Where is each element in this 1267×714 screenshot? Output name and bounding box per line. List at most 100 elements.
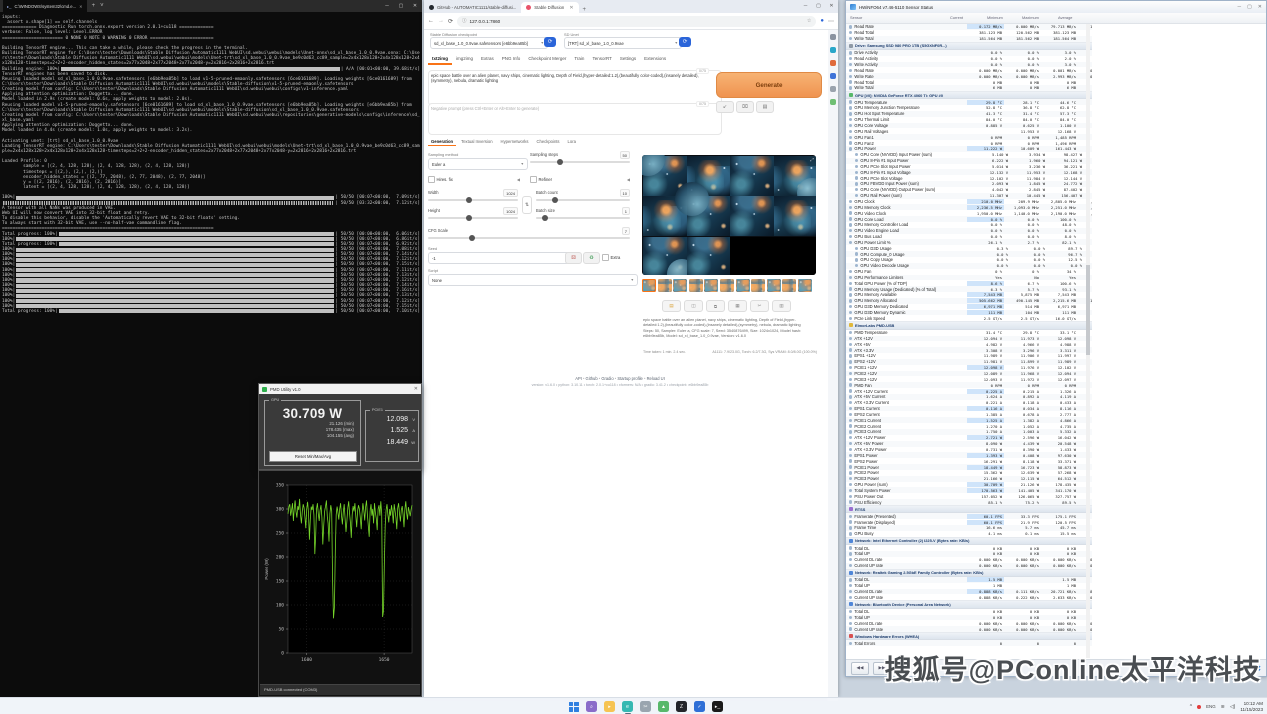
tab-checkpoint-merger[interactable]: Checkpoint Merger <box>524 54 570 65</box>
power-graph-window[interactable]: 05010015020025030035016001650Power (W) P… <box>258 470 422 697</box>
height-slider[interactable]: Height1024 <box>428 208 518 213</box>
terminal-tab[interactable]: ▸_ C:\WINDOWS\system32\cmd.e... ✕ <box>3 0 87 12</box>
sidebar-icon-3[interactable] <box>830 73 836 79</box>
sensor-row[interactable]: GPU Memory Controller Load0.0 %0.0 %48.0… <box>846 222 1092 228</box>
slider-thumb[interactable] <box>542 215 548 221</box>
minimize-button[interactable]: ─ <box>1238 4 1242 10</box>
tray-chevron-icon[interactable]: ^ <box>1190 704 1192 710</box>
generate-button[interactable]: Generate <box>716 72 822 98</box>
sampling-steps-slider[interactable]: Sampling steps50 <box>530 152 630 157</box>
taskbar-icon-snipping-tool[interactable]: ✂ <box>640 701 651 712</box>
network-icon[interactable]: ≋ <box>1221 704 1225 710</box>
sensor-row[interactable]: GPU 8-Pin #1 Input Power6.222 W1.960 W94… <box>846 158 1092 164</box>
cfg-scale-slider[interactable]: CFG Scale7 <box>428 228 630 233</box>
sensor-row[interactable]: Total UP0 KB0 KB0 KB <box>846 551 1092 557</box>
back-icon[interactable]: ← <box>428 18 434 24</box>
sensor-row[interactable]: GPU Core Load0.0 %0.0 %100.0 %67.5 % <box>846 216 1092 222</box>
tab-extras[interactable]: Extras <box>477 54 498 65</box>
refresh-icon[interactable]: ⟳ <box>448 18 453 25</box>
sensor-row[interactable]: GPU Memory Clock2,236.5 MHz1,093.0 MHz2,… <box>846 204 1092 210</box>
subtab-checkpoints[interactable]: Checkpoints <box>533 138 562 146</box>
sensor-row[interactable]: GPU D3D Usage0.3 %0.0 %89.7 %62.1 % <box>846 245 1092 251</box>
sensor-row[interactable]: GPU Memory Usage (Dedicated) [% of Total… <box>846 286 1092 292</box>
sensor-row[interactable]: ATX +12V Power2.721 W2.596 W16.042 W8.73… <box>846 435 1092 441</box>
sensor-row[interactable]: PMD Temperature31.4 °C29.8 °C33.1 °C31.6… <box>846 330 1092 336</box>
sensor-row[interactable]: ATX +5V Power8.090 W4.439 W20.548 W9.505… <box>846 441 1092 447</box>
sensor-row[interactable]: GPU Fan0 %0 %34 %26 % <box>846 269 1092 275</box>
sensor-row[interactable]: Total System Power170.563 W141.405 W341.… <box>846 487 1092 493</box>
gallery-image-7[interactable] <box>730 196 774 236</box>
footer-link-github[interactable]: Github <box>586 376 598 381</box>
sensor-row[interactable]: GPU Clock210.0 MHz209.9 MHz2,805.0 MHz2,… <box>846 199 1092 205</box>
slider-thumb[interactable] <box>469 235 475 241</box>
seed-input[interactable]: -1 <box>428 252 570 264</box>
language-indicator[interactable]: ENG <box>1206 704 1216 709</box>
sensor-row[interactable]: EPS1 Current0.116 A0.034 A8.116 A4.375 A <box>846 406 1092 412</box>
close-button[interactable]: ✕ <box>408 0 422 12</box>
sensor-row[interactable]: PCIE2 +12V12.089 V11.968 V12.094 V12.084… <box>846 371 1092 377</box>
sensor-row[interactable]: ATX +12V Current0.225 A0.215 A1.326 A0.7… <box>846 388 1092 394</box>
sensor-row[interactable]: GPU Memory Allocated505.662 MB490.145 MB… <box>846 298 1092 304</box>
tab-img2img[interactable]: img2img <box>452 54 477 65</box>
taskbar-icon-start[interactable] <box>568 701 579 712</box>
sensor-row[interactable]: Write Total181.564 MB181.562 MB181.564 M… <box>846 36 1092 42</box>
footer-link-api[interactable]: API <box>575 376 582 381</box>
browser-tab-github[interactable]: GitHub - AUTOMATIC1111/stable-diffusi... <box>424 2 521 13</box>
taskbar-icon-edge-browser[interactable]: e <box>622 701 633 712</box>
sensor-row[interactable]: EPS2 +12V11.981 V11.899 V11.989 V11.975 … <box>846 359 1092 365</box>
taskbar-clock[interactable]: 10:12 AM 11/15/2023 <box>1240 701 1263 712</box>
sensor-row[interactable]: GPU 8-Pin #1 Input Voltage12.132 V11.953… <box>846 169 1092 175</box>
sensor-row[interactable]: GPU Bus Load0.0 %0.0 %8.0 %1.4 % <box>846 234 1092 240</box>
sensor-row[interactable]: Frame Time16.6 ms5.7 ms45.7 ms16.7 ms <box>846 525 1092 531</box>
forward-icon[interactable]: → <box>438 18 444 24</box>
tab-png-info[interactable]: PNG Info <box>498 54 525 65</box>
refiner-checkbox[interactable]: Refiner ◀ <box>530 176 630 183</box>
sensor-row[interactable]: GPU Power Limit %26.1 %2.7 %82.1 %61.9 % <box>846 239 1092 245</box>
save-button[interactable]: ◫ <box>684 300 703 312</box>
sensor-row[interactable]: Framerate (Displayed)60.1 FPS21.9 FPS120… <box>846 519 1092 525</box>
sensor-row[interactable]: GPU D3D Memory Dedicated6,971 MB514 MB6,… <box>846 304 1092 310</box>
hires-fix-checkbox[interactable]: Hires. fix ◀ <box>428 176 520 183</box>
thumbnail-1[interactable] <box>642 279 656 292</box>
slider-thumb[interactable] <box>466 197 472 203</box>
gallery-image-11[interactable] <box>730 237 774 275</box>
sensor-row[interactable]: PCIE1 Power18.449 W16.723 W58.873 W30.57… <box>846 464 1092 470</box>
sensor-row[interactable]: PCIe Link Speed2.5 GT/s2.5 GT/s16.0 GT/s <box>846 315 1092 321</box>
negative-prompt-textarea[interactable]: Negative prompt (press Ctrl+Enter or Alt… <box>428 103 722 135</box>
unet-refresh-button[interactable]: ⟳ <box>679 37 691 47</box>
sensor-row[interactable]: GPU Copy Usage0.0 %0.0 %12.5 %1.2 % <box>846 257 1092 263</box>
sidebar-icon-1[interactable] <box>830 47 836 53</box>
sensor-section-header[interactable]: Network: Intel Ethernet Controller (2) I… <box>846 537 1092 545</box>
sensor-section-header[interactable]: Network: Realtek Gaming 2.5GbE Family Co… <box>846 569 1092 577</box>
tab-train[interactable]: Train <box>570 54 588 65</box>
sensor-row[interactable]: Read Total0 MB0 MB0 MB <box>846 79 1092 85</box>
width-slider[interactable]: Width1024 <box>428 190 518 195</box>
sensor-row[interactable]: GPU D3D Memory Dynamic111 MB104 MB111 MB… <box>846 310 1092 316</box>
sensor-row[interactable]: Framerate (Presented)60.1 FPS33.3 FPS175… <box>846 513 1092 519</box>
maximize-button[interactable]: ▢ <box>394 0 408 12</box>
footer-link-gradio[interactable]: Gradio <box>601 376 613 381</box>
sensor-row[interactable]: PMD Fan0 RPM0 RPM0 RPM0 RPM <box>846 382 1092 388</box>
sidebar-icon-4[interactable] <box>830 86 836 92</box>
taskbar-icon-search[interactable]: ⌕ <box>586 701 597 712</box>
sensor-row[interactable]: PCIE2 Power15.362 W12.639 W57.268 W28.88… <box>846 470 1092 476</box>
styles-button[interactable]: ▤ <box>756 101 774 113</box>
sensor-section-header[interactable]: ElmorLabs PMD-USB <box>846 321 1092 329</box>
footer-link-reload-ui[interactable]: Reload UI <box>647 376 665 381</box>
tab-txt2img[interactable]: txt2img <box>428 54 452 65</box>
subtab-lora[interactable]: Lora <box>565 138 579 146</box>
sensor-row[interactable]: GPU Thermal Limit84.0 °C84.0 °C84.0 °C84… <box>846 117 1092 123</box>
sensor-row[interactable]: GPU Hot Spot Temperature41.3 °C31.4 °C57… <box>846 111 1092 117</box>
sensor-row[interactable]: GPU Rail Power (sum)11.307 W10.445 W156.… <box>846 193 1092 199</box>
address-bar[interactable]: ⓘ 127.0.0.1:7860 ☆ <box>457 16 816 27</box>
gallery-image-4[interactable] <box>774 156 816 196</box>
sidebar-icon-5[interactable] <box>830 99 836 105</box>
more-menu-icon[interactable]: ⋯ <box>828 18 834 25</box>
sensor-row[interactable]: GPU Compute_0 Usage0.0 %0.0 %96.7 %58.3 … <box>846 251 1092 257</box>
browser-window[interactable]: GitHub - AUTOMATIC1111/stable-diffusi...… <box>424 0 838 697</box>
chevron-left-icon[interactable]: ◀ <box>517 177 520 182</box>
unet-dropdown[interactable]: [TRT] sd_xl_base_1.0_0.9vae▼ <box>564 37 682 49</box>
reuse-seed-button[interactable]: ♻ <box>583 252 600 264</box>
extra-seed-checkbox[interactable]: Extra <box>602 254 620 261</box>
sensor-row[interactable]: Total Errors000 <box>846 640 1092 646</box>
